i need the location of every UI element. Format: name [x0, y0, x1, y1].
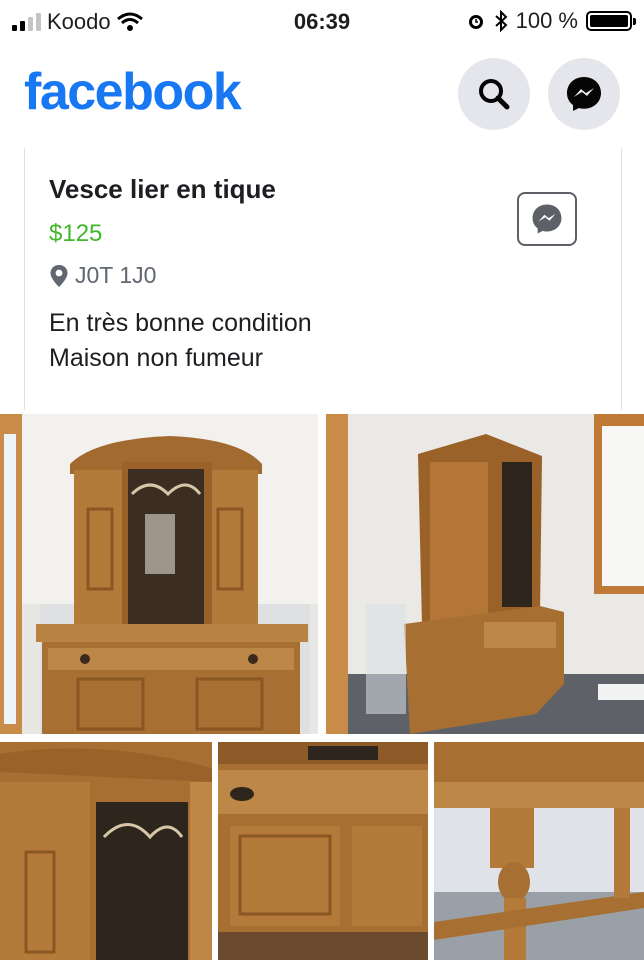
listing-location: J0T 1J0	[49, 262, 156, 289]
alarm-icon	[468, 15, 483, 29]
status-right: 100 %	[466, 8, 636, 34]
listing-card[interactable]: Vesce lier en tique $125 J0T 1J0 En très…	[24, 148, 622, 410]
legs-closeup-photo[interactable]	[434, 742, 644, 960]
bluetooth-icon	[494, 10, 508, 32]
search-icon	[479, 79, 510, 110]
hutch-side-photo[interactable]	[326, 414, 644, 734]
description-line: En très bonne condition	[49, 309, 312, 337]
messenger-button[interactable]	[548, 58, 620, 130]
message-seller-button[interactable]	[517, 192, 577, 246]
buffet-doors-closeup-photo[interactable]	[218, 742, 428, 960]
listing-title: Vesce lier en tique	[49, 174, 276, 204]
app-header: facebook	[0, 44, 644, 144]
listing-price: $125	[49, 220, 103, 247]
location-pin-icon	[50, 264, 68, 287]
listing-description: En très bonne condition Maison non fumeu…	[49, 306, 312, 376]
description-line: Maison non fumeur	[49, 344, 264, 372]
hutch-front-photo[interactable]	[0, 414, 318, 734]
battery-percent: 100 %	[515, 8, 578, 33]
battery-icon	[586, 11, 636, 31]
facebook-logo[interactable]: facebook	[24, 62, 242, 122]
messenger-icon	[567, 77, 601, 111]
status-bar: Koodo 06:39 100 %	[0, 0, 644, 44]
messenger-icon	[532, 204, 562, 234]
cabinet-door-closeup-photo[interactable]	[0, 742, 212, 960]
search-button[interactable]	[458, 58, 530, 130]
location-text: J0T 1J0	[75, 262, 157, 288]
